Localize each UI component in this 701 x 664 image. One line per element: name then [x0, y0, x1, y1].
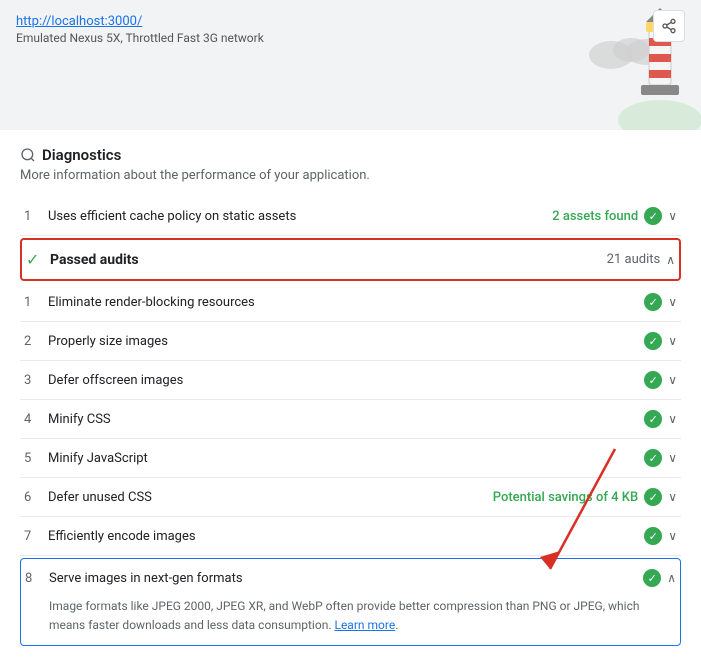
audit-label: Eliminate render-blocking resources	[48, 295, 636, 310]
audit-num: 3	[24, 373, 48, 388]
passed-audits-count: 21 audits	[607, 252, 661, 267]
audit-item-cache[interactable]: 1 Uses efficient cache policy on static …	[20, 197, 681, 236]
audit-item-7[interactable]: 7 Efficiently encode images ✓ ∨	[20, 517, 681, 556]
audit-label-cache: Uses efficient cache policy on static as…	[48, 209, 544, 224]
green-check: ✓	[644, 410, 662, 428]
audit-num: 4	[24, 412, 48, 427]
chevron: ∨	[668, 295, 677, 309]
audit-list: 1 Eliminate render-blocking resources ✓ …	[20, 283, 681, 556]
audit-label-8: Serve images in next-gen formats	[49, 571, 635, 586]
green-check: ✓	[644, 332, 662, 350]
header-url[interactable]: http://localhost:3000/	[16, 14, 142, 29]
passed-audits-chevron: ∧	[666, 253, 675, 267]
diagnostics-desc: More information about the performance o…	[20, 168, 681, 183]
savings-text-6: Potential savings of 4 KB	[493, 490, 638, 505]
green-check: ✓	[644, 488, 662, 506]
audit-num-8: 8	[25, 571, 49, 586]
green-check-8: ✓	[643, 569, 661, 587]
audit-num: 2	[24, 334, 48, 349]
audit-item-8-expanded[interactable]: 8 Serve images in next-gen formats ✓ ∧ I…	[20, 558, 681, 646]
assets-found-text: 2 assets found	[552, 209, 638, 224]
passed-audits-label: Passed audits	[50, 252, 607, 268]
chevron-1: ∨	[668, 209, 677, 223]
green-check: ✓	[644, 449, 662, 467]
chevron: ∨	[668, 451, 677, 465]
audit-desc-8: Image formats like JPEG 2000, JPEG XR, a…	[21, 597, 680, 645]
audit-label: Minify CSS	[48, 412, 636, 427]
audit-label: Efficiently encode images	[48, 529, 636, 544]
chevron: ∨	[668, 412, 677, 426]
green-check-1: ✓	[644, 207, 662, 225]
green-check: ✓	[644, 293, 662, 311]
chevron-8: ∧	[667, 571, 676, 585]
audit-label: Minify JavaScript	[48, 451, 636, 466]
audit-num: 7	[24, 529, 48, 544]
audit-label: Defer unused CSS	[48, 490, 485, 505]
audit-row-8[interactable]: 8 Serve images in next-gen formats ✓ ∧	[21, 559, 680, 597]
audit-item-5[interactable]: 5 Minify JavaScript ✓ ∨	[20, 439, 681, 478]
audit-num: 6	[24, 490, 48, 505]
chevron: ∨	[668, 373, 677, 387]
learn-more-link[interactable]: Learn more	[334, 618, 395, 632]
passed-check-icon: ✓	[26, 250, 50, 269]
audit-right: ✓ ∨	[644, 371, 677, 389]
audit-item-1[interactable]: 1 Eliminate render-blocking resources ✓ …	[20, 283, 681, 322]
audit-right: Potential savings of 4 KB ✓ ∨	[493, 488, 677, 506]
audit-right-8: ✓ ∧	[643, 569, 676, 587]
diagnostics-title: Diagnostics	[42, 146, 121, 164]
chevron: ∨	[668, 529, 677, 543]
audit-label: Properly size images	[48, 334, 636, 349]
main-content: Diagnostics More information about the p…	[0, 130, 701, 664]
audit-right: ✓ ∨	[644, 527, 677, 545]
audit-item-2[interactable]: 2 Properly size images ✓ ∨	[20, 322, 681, 361]
audit-num: 1	[24, 295, 48, 310]
audit-label: Defer offscreen images	[48, 373, 636, 388]
green-check: ✓	[644, 527, 662, 545]
diagnostics-header: Diagnostics	[20, 146, 681, 164]
audit-right-cache: 2 assets found ✓ ∨	[552, 207, 677, 225]
audit-num: 5	[24, 451, 48, 466]
audit-num-1: 1	[24, 209, 48, 224]
audit-item-3[interactable]: 3 Defer offscreen images ✓ ∨	[20, 361, 681, 400]
passed-audits-row[interactable]: ✓ Passed audits 21 audits ∧	[20, 238, 681, 281]
chevron: ∨	[668, 490, 677, 504]
diagnostics-icon	[20, 147, 36, 163]
chevron: ∨	[668, 334, 677, 348]
green-check: ✓	[644, 371, 662, 389]
audit-item-6[interactable]: 6 Defer unused CSS Potential savings of …	[20, 478, 681, 517]
audit-item-4[interactable]: 4 Minify CSS ✓ ∨	[20, 400, 681, 439]
period: .	[395, 618, 398, 632]
audit-right: ✓ ∨	[644, 410, 677, 428]
header: http://localhost:3000/ Emulated Nexus 5X…	[0, 0, 701, 130]
audit-right: ✓ ∨	[644, 332, 677, 350]
audit-right: ✓ ∨	[644, 449, 677, 467]
audit-right: ✓ ∨	[644, 293, 677, 311]
share-button[interactable]	[653, 10, 685, 42]
